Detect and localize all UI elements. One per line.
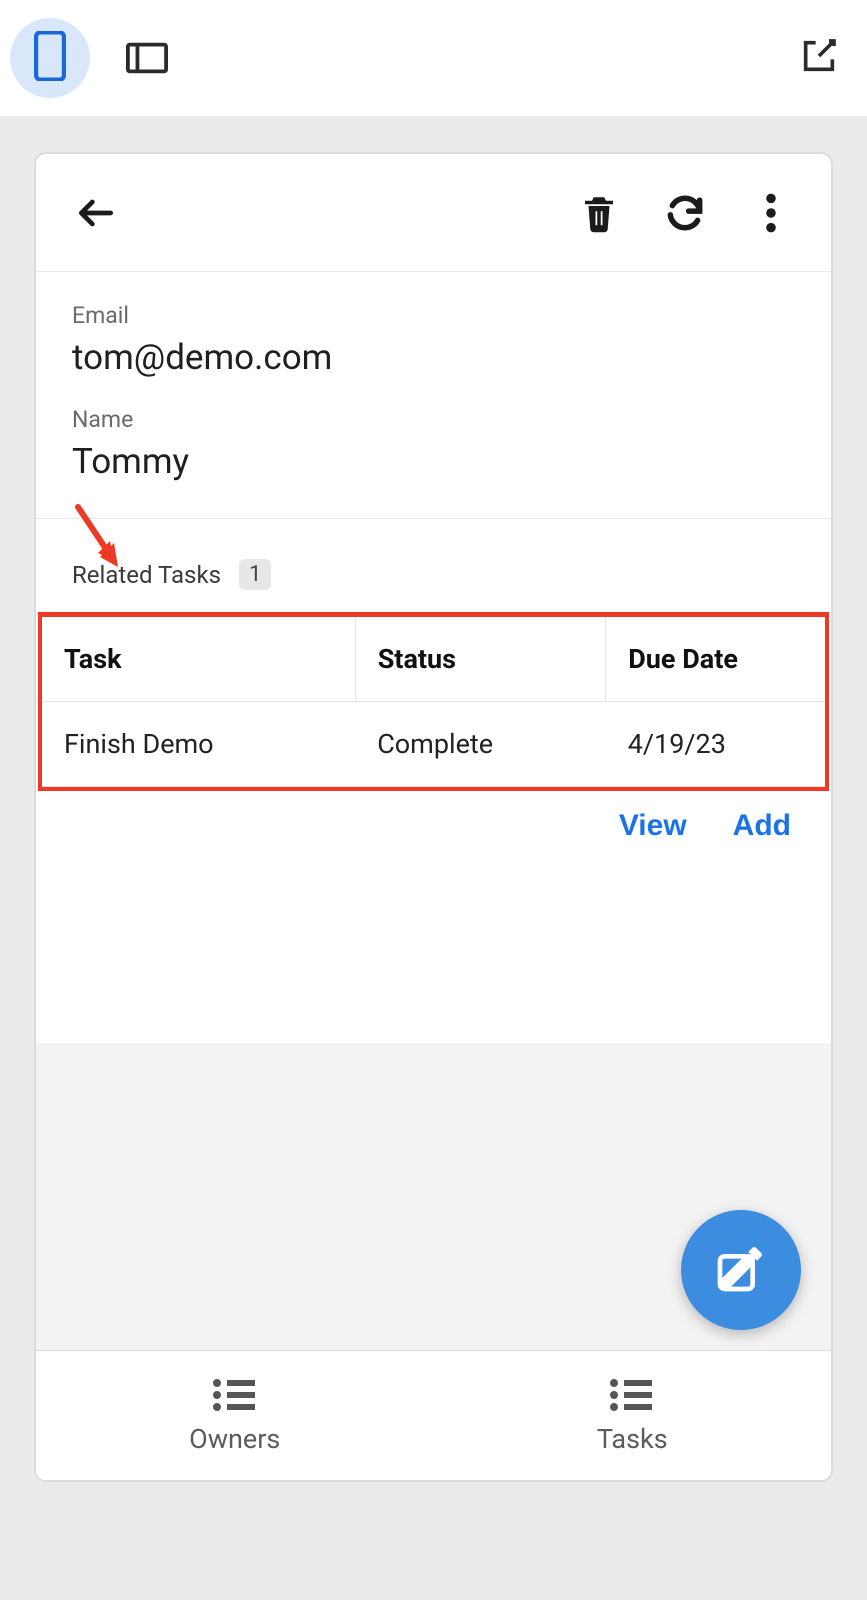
app-header <box>36 154 831 272</box>
related-tasks-count: 1 <box>239 559 271 590</box>
phone-frame: Email tom@demo.com Name Tommy Related Ta… <box>34 152 833 1482</box>
cell-status: Complete <box>355 702 606 787</box>
tab-tasks-label: Tasks <box>597 1423 668 1455</box>
related-tasks-label: Related Tasks <box>72 561 221 589</box>
table-row[interactable]: Finish Demo Complete 4/19/23 <box>42 702 825 787</box>
open-external-button[interactable] <box>799 36 839 80</box>
tab-tasks[interactable]: Tasks <box>434 1351 832 1480</box>
cell-task: Finish Demo <box>42 702 355 787</box>
tab-owners[interactable]: Owners <box>36 1351 434 1480</box>
add-button[interactable]: Add <box>733 809 791 843</box>
more-menu-button[interactable] <box>741 183 801 243</box>
table-header-status[interactable]: Status <box>355 617 606 702</box>
view-button[interactable]: View <box>619 809 687 843</box>
edit-fab[interactable] <box>681 1210 801 1330</box>
related-tasks-header: Related Tasks 1 <box>36 519 831 612</box>
tab-owners-label: Owners <box>189 1423 280 1455</box>
related-tasks-table-highlight: Task Status Due Date Finish Demo Complet… <box>38 612 829 791</box>
preview-stage: Email tom@demo.com Name Tommy Related Ta… <box>0 118 867 1600</box>
cell-due: 4/19/23 <box>606 702 825 787</box>
table-header-due[interactable]: Due Date <box>606 617 825 702</box>
related-tasks-actions: View Add <box>36 791 831 843</box>
detail-fields: Email tom@demo.com Name Tommy <box>36 272 831 519</box>
email-label: Email <box>72 302 795 329</box>
phone-icon <box>33 31 67 85</box>
table-header-task[interactable]: Task <box>42 617 355 702</box>
name-field: Name Tommy <box>72 406 795 482</box>
email-field: Email tom@demo.com <box>72 302 795 378</box>
list-icon <box>211 1377 259 1417</box>
edit-icon <box>713 1240 769 1300</box>
refresh-button[interactable] <box>655 183 715 243</box>
related-tasks-table: Task Status Due Date Finish Demo Complet… <box>42 617 825 787</box>
email-value: tom@demo.com <box>72 337 795 378</box>
name-value: Tommy <box>72 441 795 482</box>
tablet-preview-button[interactable] <box>126 42 168 74</box>
list-icon <box>608 1377 656 1417</box>
back-button[interactable] <box>66 183 126 243</box>
phone-preview-button[interactable] <box>10 18 90 98</box>
bottom-tabs: Owners Tasks <box>36 1350 831 1480</box>
delete-button[interactable] <box>569 183 629 243</box>
preview-toolbar <box>0 0 867 118</box>
name-label: Name <box>72 406 795 433</box>
